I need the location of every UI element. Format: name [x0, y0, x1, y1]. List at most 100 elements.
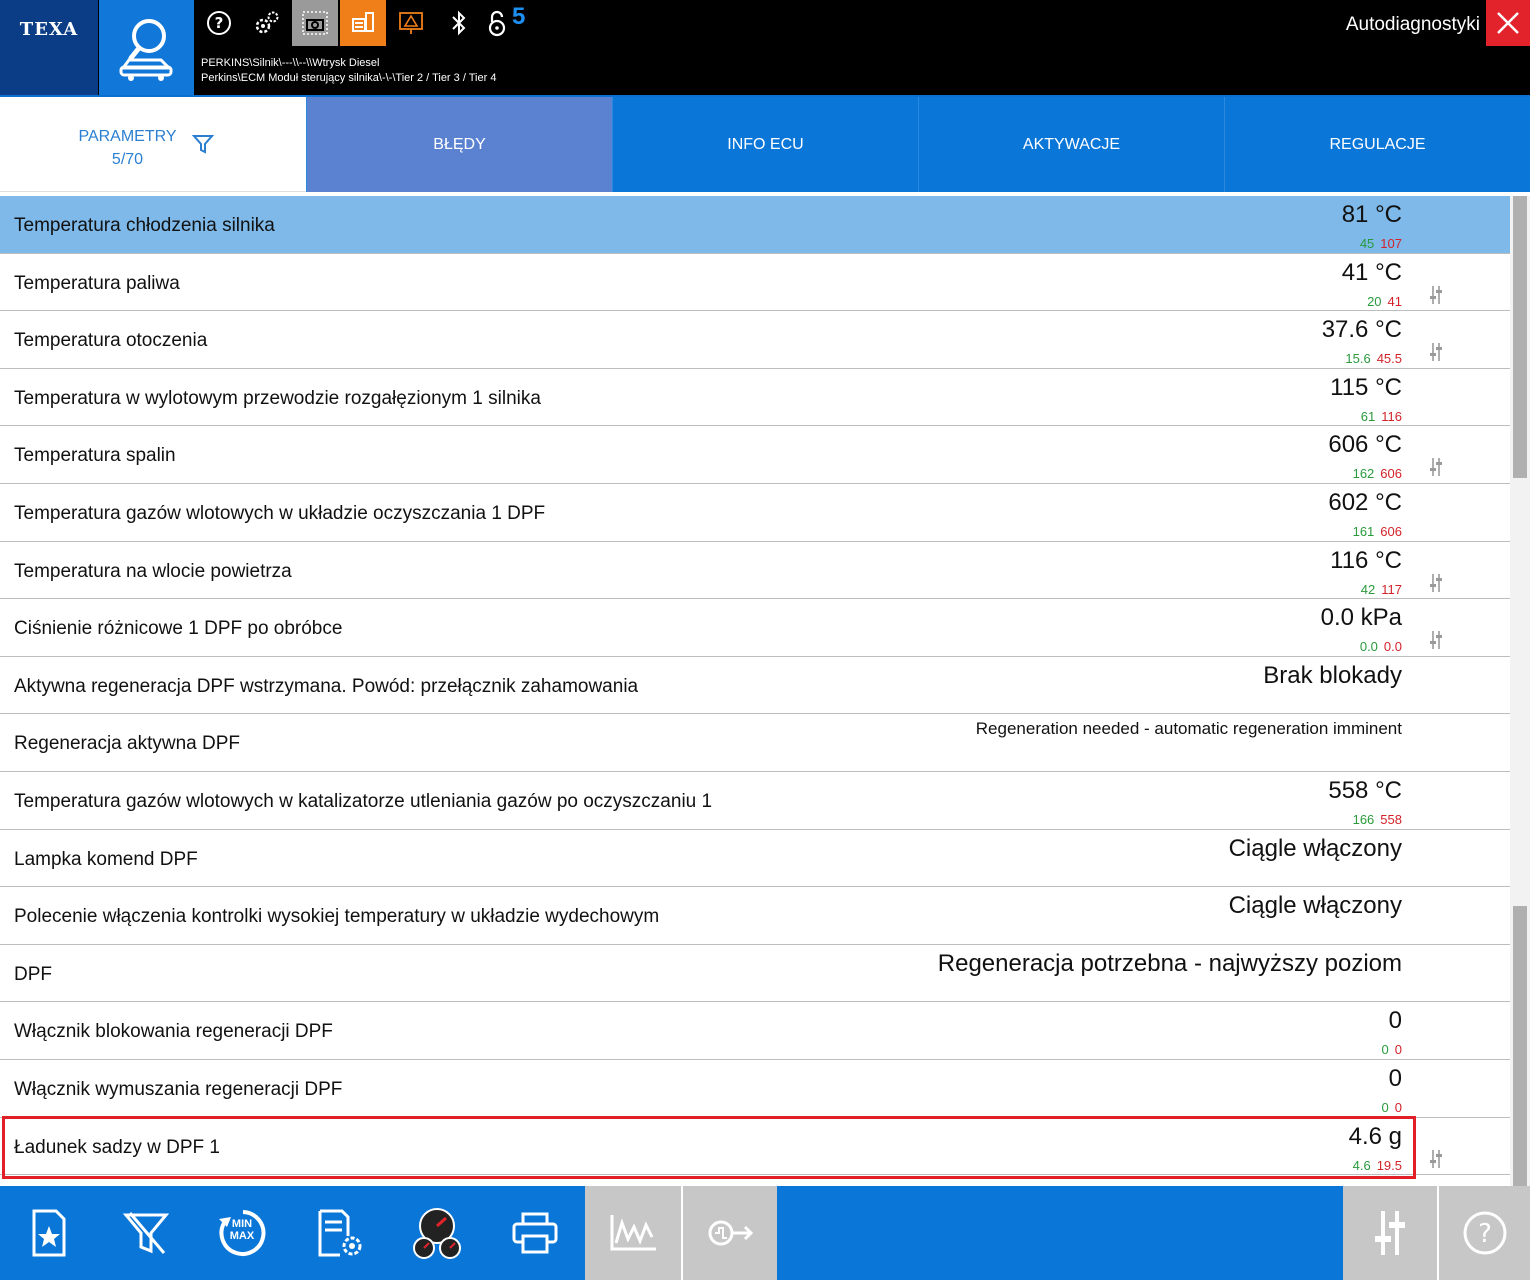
- parameter-range: 00: [1382, 1042, 1402, 1057]
- parameter-name: Lampka komend DPF: [14, 848, 198, 870]
- list-scrollbar[interactable]: [1510, 196, 1530, 1186]
- svg-text:?: ?: [215, 14, 224, 32]
- tab-ecu-info[interactable]: INFO ECU: [612, 97, 918, 192]
- filter-icon[interactable]: [192, 133, 214, 155]
- tab-adjustments[interactable]: REGULACJE: [1224, 97, 1530, 192]
- tab-parameters[interactable]: PARAMETRY 5/70: [0, 97, 306, 192]
- scrollbar-track-lower[interactable]: [1513, 906, 1527, 1186]
- parameter-row[interactable]: Temperatura chłodzenia silnika 81 °C 45 107: [0, 196, 1510, 254]
- close-icon: [1497, 12, 1519, 34]
- notification-count: 5: [512, 3, 526, 30]
- adjust-slider-icon[interactable]: [1428, 1148, 1444, 1175]
- parameter-name: Włącznik wymuszania regeneracji DPF: [14, 1078, 343, 1100]
- parameter-value: 606 °C: [1328, 431, 1402, 459]
- adjust-slider-icon[interactable]: [1428, 456, 1444, 483]
- parameter-row[interactable]: Temperatura gazów wlotowych w układzie o…: [0, 484, 1510, 542]
- adjust-slider-icon[interactable]: [1428, 284, 1444, 311]
- tab-activations[interactable]: AKTYWACJE: [918, 97, 1224, 192]
- adjust-slider-icon[interactable]: [1428, 572, 1444, 599]
- parameter-value: 602 °C: [1328, 488, 1402, 516]
- min-value: 4.6: [1352, 1157, 1371, 1173]
- max-value: 558: [1380, 811, 1402, 827]
- gauges-button[interactable]: [388, 1186, 485, 1280]
- tab-activations-label: AKTYWACJE: [1022, 135, 1121, 153]
- parameter-value: Regeneration needed - automatic regenera…: [975, 719, 1402, 739]
- min-value: 0.0: [1359, 639, 1378, 655]
- settings-button[interactable]: [244, 0, 290, 46]
- parameter-range: 42 117: [1361, 582, 1402, 597]
- bluetooth-icon: [452, 10, 466, 36]
- parameter-row[interactable]: Temperatura otoczenia 37.6 °C 15.6 45.5: [0, 311, 1510, 369]
- adjust-slider-icon[interactable]: [1428, 341, 1444, 368]
- warning-icon: [399, 12, 423, 34]
- max-value: 606: [1380, 523, 1402, 539]
- parameter-row[interactable]: Polecenie włączenia kontrolki wysokiej t…: [0, 887, 1510, 945]
- min-value: 61: [1360, 408, 1376, 424]
- min-max-reset-button[interactable]: MIN MAX: [194, 1186, 291, 1280]
- parameter-settings-button[interactable]: [291, 1186, 388, 1280]
- report-icon: [352, 12, 374, 32]
- search-car-icon: [119, 19, 173, 81]
- parameter-row[interactable]: Ciśnienie różnicowe 1 DPF po obróbce 0.0 …: [0, 599, 1510, 657]
- path-line-1: PERKINS\Silnik\---\\--\\Wtrysk Diesel: [201, 57, 380, 69]
- min-value: 0: [1381, 1042, 1389, 1058]
- parameter-row[interactable]: Temperatura gazów wlotowych w katalizato…: [0, 772, 1510, 830]
- print-icon: [512, 1212, 558, 1254]
- clear-filter-button[interactable]: [97, 1186, 194, 1280]
- report-button[interactable]: [340, 0, 386, 46]
- parameter-range: 4.6 19.5: [1353, 1158, 1402, 1173]
- parameter-range: 61 116: [1361, 409, 1402, 424]
- tab-bar: PARAMETRY 5/70 BŁĘDY INFO ECU AKTYWACJE …: [0, 97, 1530, 192]
- parameter-value: Ciągle włączony: [1228, 834, 1402, 862]
- tab-ecu-info-label: INFO ECU: [727, 135, 804, 153]
- parameter-row[interactable]: DPF Regeneracja potrzebna - najwyższy poz…: [0, 945, 1510, 1003]
- favorites-button[interactable]: [0, 1186, 97, 1280]
- parameter-range: 161 606: [1353, 524, 1402, 539]
- parameter-row[interactable]: Lampka komend DPF Ciągle włączony: [0, 830, 1510, 888]
- parameter-list[interactable]: Temperatura chłodzenia silnika 81 °C 45 107…: [0, 196, 1510, 1186]
- export-button[interactable]: [681, 1186, 777, 1280]
- parameter-value: Ciągle włączony: [1228, 892, 1402, 920]
- brand-label: TEXA: [19, 19, 79, 40]
- path-line-2: Perkins\ECM Moduł sterujący silnika\-\-\…: [201, 72, 497, 84]
- parameter-name: Temperatura chłodzenia silnika: [14, 215, 275, 236]
- adjust-button[interactable]: [1343, 1186, 1437, 1280]
- close-button[interactable]: [1486, 0, 1530, 46]
- parameter-row[interactable]: Włącznik blokowania regeneracji DPF 0 0 0: [0, 1002, 1510, 1060]
- graph-button[interactable]: [585, 1186, 681, 1280]
- tab-errors[interactable]: BŁĘDY: [306, 97, 612, 192]
- warning-button[interactable]: [388, 0, 434, 46]
- help-bottom-button[interactable]: ?: [1437, 1186, 1530, 1280]
- help-button[interactable]: ?: [196, 0, 242, 46]
- parameter-row[interactable]: Regeneracja aktywna DPF Regeneration need…: [0, 714, 1510, 772]
- lock-icon: [488, 10, 506, 37]
- parameter-value: 0.0 kPa: [1320, 604, 1402, 632]
- min-value: 161: [1352, 523, 1375, 539]
- vehicle-search-button[interactable]: [99, 0, 194, 95]
- parameter-row[interactable]: Aktywna regeneracja DPF wstrzymana. Powó…: [0, 657, 1510, 715]
- parameter-row[interactable]: Ładunek sadzy w DPF 1 4.6 g 4.6 19.5: [0, 1118, 1510, 1176]
- parameter-row[interactable]: Włącznik wymuszania regeneracji DPF 0 0 0: [0, 1060, 1510, 1118]
- screenshot-icon: [302, 11, 328, 35]
- scrollbar-thumb[interactable]: [1513, 196, 1527, 478]
- min-value: 20: [1367, 293, 1382, 309]
- print-button[interactable]: [485, 1186, 585, 1280]
- max-value: 107: [1380, 236, 1402, 251]
- adjust-slider-icon[interactable]: [1428, 629, 1444, 656]
- help-icon: ?: [207, 11, 231, 35]
- parameter-value: 116 °C: [1330, 546, 1402, 574]
- parameter-row[interactable]: Temperatura spalin 606 °C 162 606: [0, 426, 1510, 484]
- parameter-name: Polecenie włączenia kontrolki wysokiej t…: [14, 906, 660, 928]
- parameter-range: 162 606: [1353, 466, 1402, 481]
- parameter-row[interactable]: Temperatura w wylotowym przewodzie rozga…: [0, 369, 1510, 427]
- min-value: 162: [1352, 466, 1375, 482]
- gauges-icon: [412, 1208, 461, 1259]
- tab-adjustments-label: REGULACJE: [1329, 135, 1426, 153]
- adjust-icon: [1375, 1211, 1405, 1255]
- settings-doc-icon: [318, 1209, 361, 1257]
- parameter-value: 37.6 °C: [1321, 316, 1402, 344]
- parameter-row[interactable]: Temperatura na wlocie powietrza 116 °C 42 1…: [0, 542, 1510, 600]
- screenshot-button[interactable]: [292, 0, 338, 46]
- parameter-row[interactable]: Temperatura paliwa 41 °C 20 41: [0, 254, 1510, 312]
- parameter-range: 00: [1382, 1100, 1402, 1115]
